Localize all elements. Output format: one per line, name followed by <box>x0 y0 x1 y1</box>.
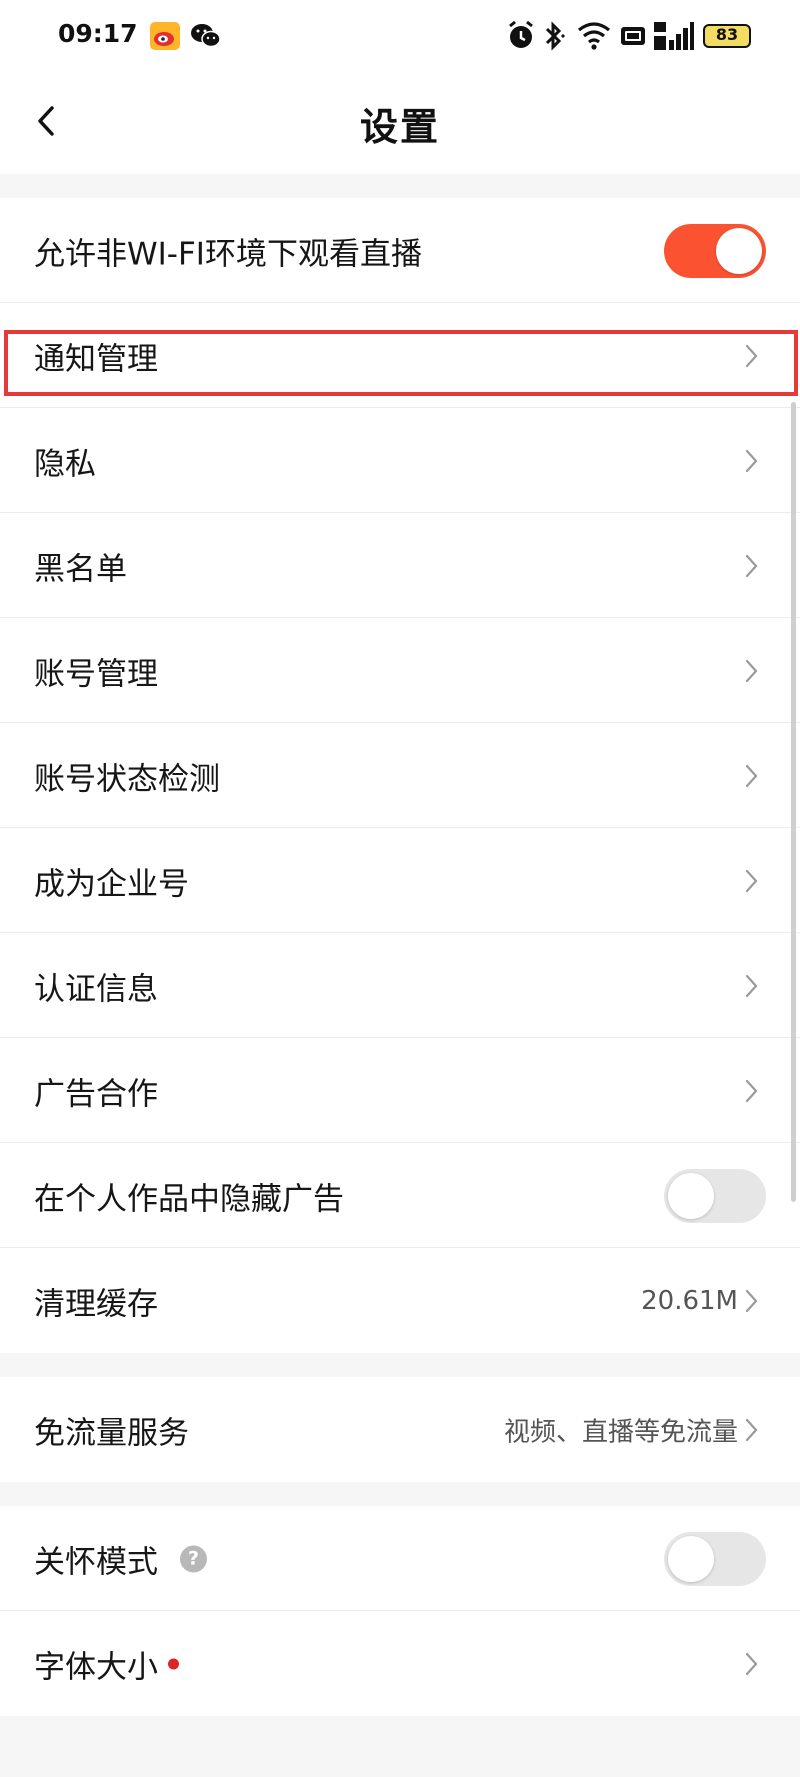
wechat-icon <box>191 24 221 48</box>
page-title: 设置 <box>359 105 440 149</box>
settings-section-data: 免流量服务 视频、直播等免流量 <box>0 1377 800 1482</box>
row-label: 账号状态检测 <box>34 761 220 797</box>
cache-size: 20.61M <box>641 1285 738 1316</box>
row-free-data-service[interactable]: 免流量服务 视频、直播等免流量 <box>0 1377 800 1482</box>
battery-icon: 83 <box>703 24 751 48</box>
row-privacy[interactable]: 隐私 <box>0 408 800 513</box>
hd-icon <box>621 27 645 45</box>
row-become-enterprise[interactable]: 成为企业号 <box>0 828 800 933</box>
highlight-box <box>4 330 798 396</box>
row-clear-cache[interactable]: 清理缓存 20.61M <box>0 1248 800 1353</box>
row-label: 认证信息 <box>34 971 158 1007</box>
chevron-right-icon <box>745 554 758 577</box>
wifi-icon <box>578 22 610 50</box>
row-ad-cooperation[interactable]: 广告合作 <box>0 1038 800 1143</box>
chevron-right-icon <box>745 449 758 472</box>
hide-ads-toggle[interactable] <box>664 1168 766 1223</box>
chevron-right-icon <box>745 1079 758 1102</box>
row-hide-ads: 在个人作品中隐藏广告 <box>0 1143 800 1248</box>
status-bar: 09:17 83 <box>0 0 800 72</box>
row-label: 关怀模式 <box>34 1544 158 1580</box>
row-account-management[interactable]: 账号管理 <box>0 618 800 723</box>
row-label: 隐私 <box>34 446 96 482</box>
status-time: 09:17 <box>58 19 138 48</box>
toggle-knob <box>668 1172 714 1219</box>
chevron-right-icon <box>745 764 758 787</box>
row-label: 在个人作品中隐藏广告 <box>34 1181 344 1217</box>
settings-section-accessibility: 关怀模式 ? 字体大小 <box>0 1506 800 1716</box>
row-label: 允许非WI-FI环境下观看直播 <box>34 236 422 272</box>
row-font-size[interactable]: 字体大小 <box>0 1611 800 1716</box>
row-label: 广告合作 <box>34 1076 158 1112</box>
free-data-description: 视频、直播等免流量 <box>503 1417 738 1447</box>
chevron-right-icon <box>745 1652 758 1675</box>
alarm-icon <box>509 20 533 48</box>
bluetooth-icon <box>545 21 565 51</box>
nav-bar: 设置 <box>0 72 800 174</box>
new-badge-dot <box>168 1658 179 1669</box>
row-account-status-check[interactable]: 账号状态检测 <box>0 723 800 828</box>
row-blacklist[interactable]: 黑名单 <box>0 513 800 618</box>
row-wifi-live: 允许非WI-FI环境下观看直播 <box>0 198 800 303</box>
row-label: 清理缓存 <box>34 1286 158 1322</box>
help-icon[interactable]: ? <box>180 1545 207 1572</box>
chevron-right-icon <box>745 1289 758 1312</box>
care-mode-toggle[interactable] <box>664 1531 766 1586</box>
chevron-right-icon <box>745 869 758 892</box>
toggle-knob <box>668 1535 714 1582</box>
wifi-live-toggle[interactable] <box>664 223 766 278</box>
row-verification-info[interactable]: 认证信息 <box>0 933 800 1038</box>
row-label: 账号管理 <box>34 656 158 692</box>
row-label: 免流量服务 <box>34 1415 189 1451</box>
row-label: 成为企业号 <box>34 866 189 902</box>
row-label: 黑名单 <box>34 551 127 587</box>
chevron-right-icon <box>745 974 758 997</box>
row-label: 字体大小 <box>34 1649 158 1685</box>
chevron-right-icon <box>745 659 758 682</box>
row-care-mode: 关怀模式 ? <box>0 1506 800 1611</box>
toggle-knob <box>716 227 762 274</box>
chevron-right-icon <box>745 1418 758 1441</box>
weibo-icon <box>150 22 180 50</box>
signal-5g-icon <box>654 22 694 50</box>
scrollbar[interactable] <box>791 402 796 1202</box>
battery-level: 83 <box>715 25 739 44</box>
